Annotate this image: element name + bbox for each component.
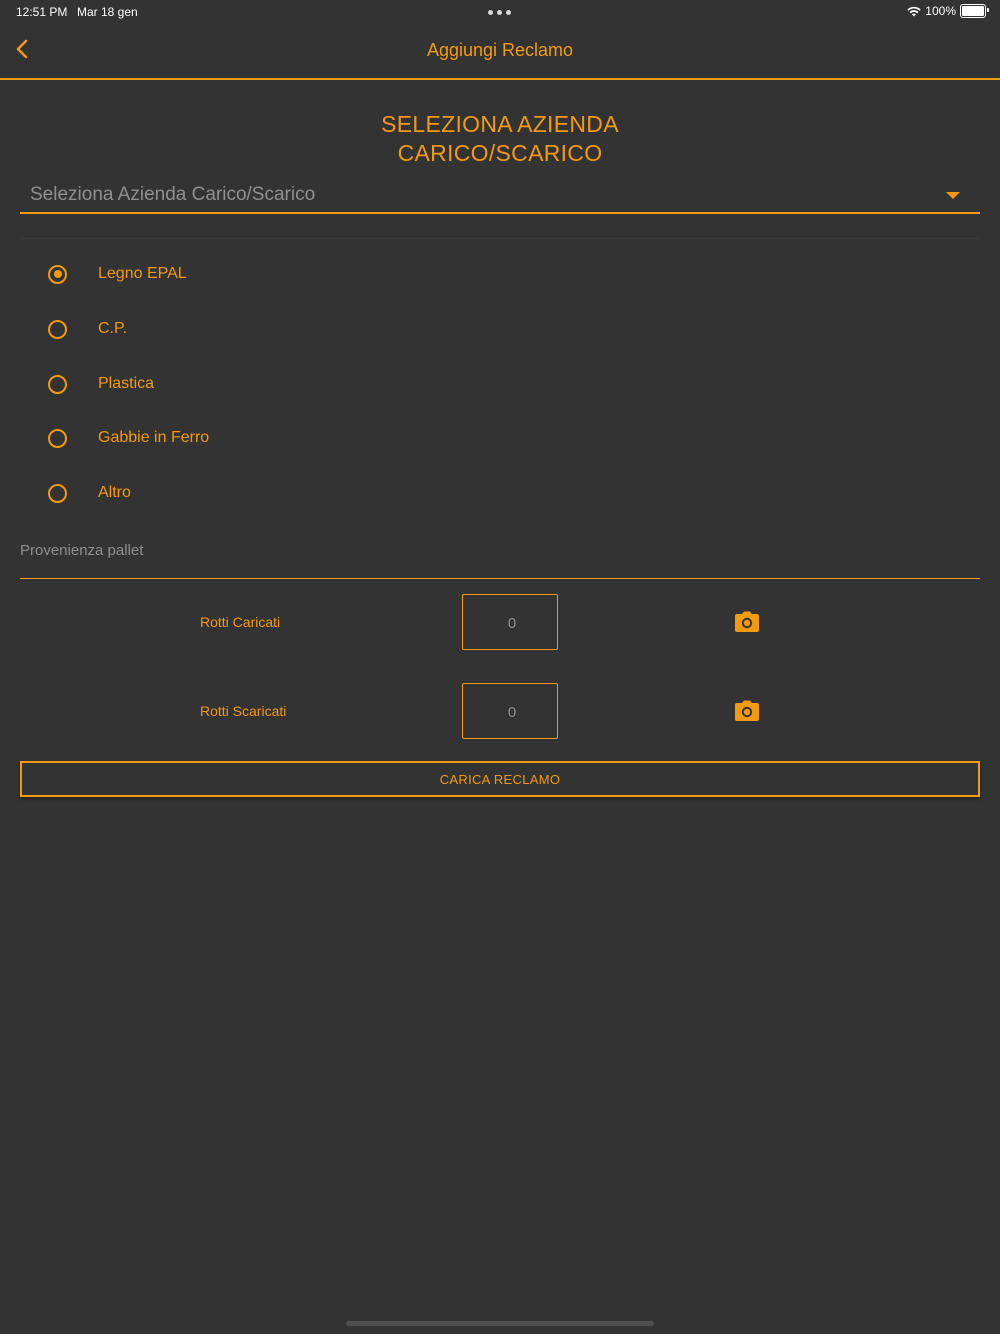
radio-unselected-icon [48, 319, 67, 339]
radio-gabbie-in-ferro[interactable]: Gabbie in Ferro [48, 423, 209, 453]
section-title-line1: SELEZIONA AZIENDA [381, 111, 619, 137]
status-indicators: 100% [907, 4, 989, 18]
broken-unloaded-label: Rotti Scaricati [200, 703, 287, 719]
radio-label: Legno EPAL [98, 265, 187, 282]
radio-cp[interactable]: C.P. [48, 314, 127, 344]
origin-input[interactable] [20, 534, 980, 566]
status-bar: 12:51 PM Mar 18 gen 100% [0, 0, 1000, 24]
radio-altro[interactable]: Altro [48, 478, 131, 508]
divider [20, 238, 980, 239]
wifi-icon [907, 6, 921, 16]
camera-icon [735, 700, 759, 721]
broken-loaded-field [462, 594, 561, 651]
home-indicator[interactable] [346, 1321, 654, 1326]
radio-plastica[interactable]: Plastica [48, 369, 154, 399]
radio-label: Plastica [98, 375, 155, 392]
camera-button-unloaded[interactable] [734, 700, 760, 722]
broken-unloaded-field [462, 683, 561, 740]
broken-loaded-input[interactable] [463, 595, 561, 651]
add-claim-screen: 12:51 PM Mar 18 gen 100% Aggiungi Reclam… [0, 0, 1000, 1334]
caret-down-icon [946, 192, 960, 199]
company-select[interactable]: Seleziona Azienda Carico/Scarico [20, 178, 980, 214]
radio-label: C.P. [98, 320, 128, 337]
status-date: Mar 18 gen [77, 5, 138, 19]
camera-icon [735, 611, 759, 632]
radio-selected-icon [48, 264, 67, 284]
broken-loaded-label: Rotti Caricati [200, 614, 281, 630]
origin-field [20, 534, 980, 579]
submit-claim-button[interactable]: CARICA RECLAMO [20, 761, 980, 797]
camera-button-loaded[interactable] [734, 611, 760, 633]
radio-unselected-icon [48, 483, 67, 503]
battery-icon [960, 4, 989, 18]
status-time: 12:51 PM [16, 5, 68, 19]
page-title: Aggiungi Reclamo [426, 40, 574, 60]
company-select-placeholder: Seleziona Azienda Carico/Scarico [30, 184, 316, 205]
radio-label: Altro [98, 484, 131, 501]
section-title-line2: CARICO/SCARICO [397, 140, 603, 166]
broken-unloaded-input[interactable] [463, 684, 561, 740]
battery-percentage: 100% [925, 4, 956, 18]
navigation-bar: Aggiungi Reclamo [0, 24, 1000, 80]
section-title: SELEZIONA AZIENDA CARICO/SCARICO [0, 110, 1000, 168]
multitasking-dots-icon[interactable] [488, 10, 511, 15]
radio-legno-epal[interactable]: Legno EPAL [48, 259, 187, 289]
radio-label: Gabbie in Ferro [98, 429, 210, 446]
radio-unselected-icon [48, 374, 67, 394]
submit-claim-label: CARICA RECLAMO [439, 771, 561, 787]
radio-unselected-icon [48, 428, 67, 448]
